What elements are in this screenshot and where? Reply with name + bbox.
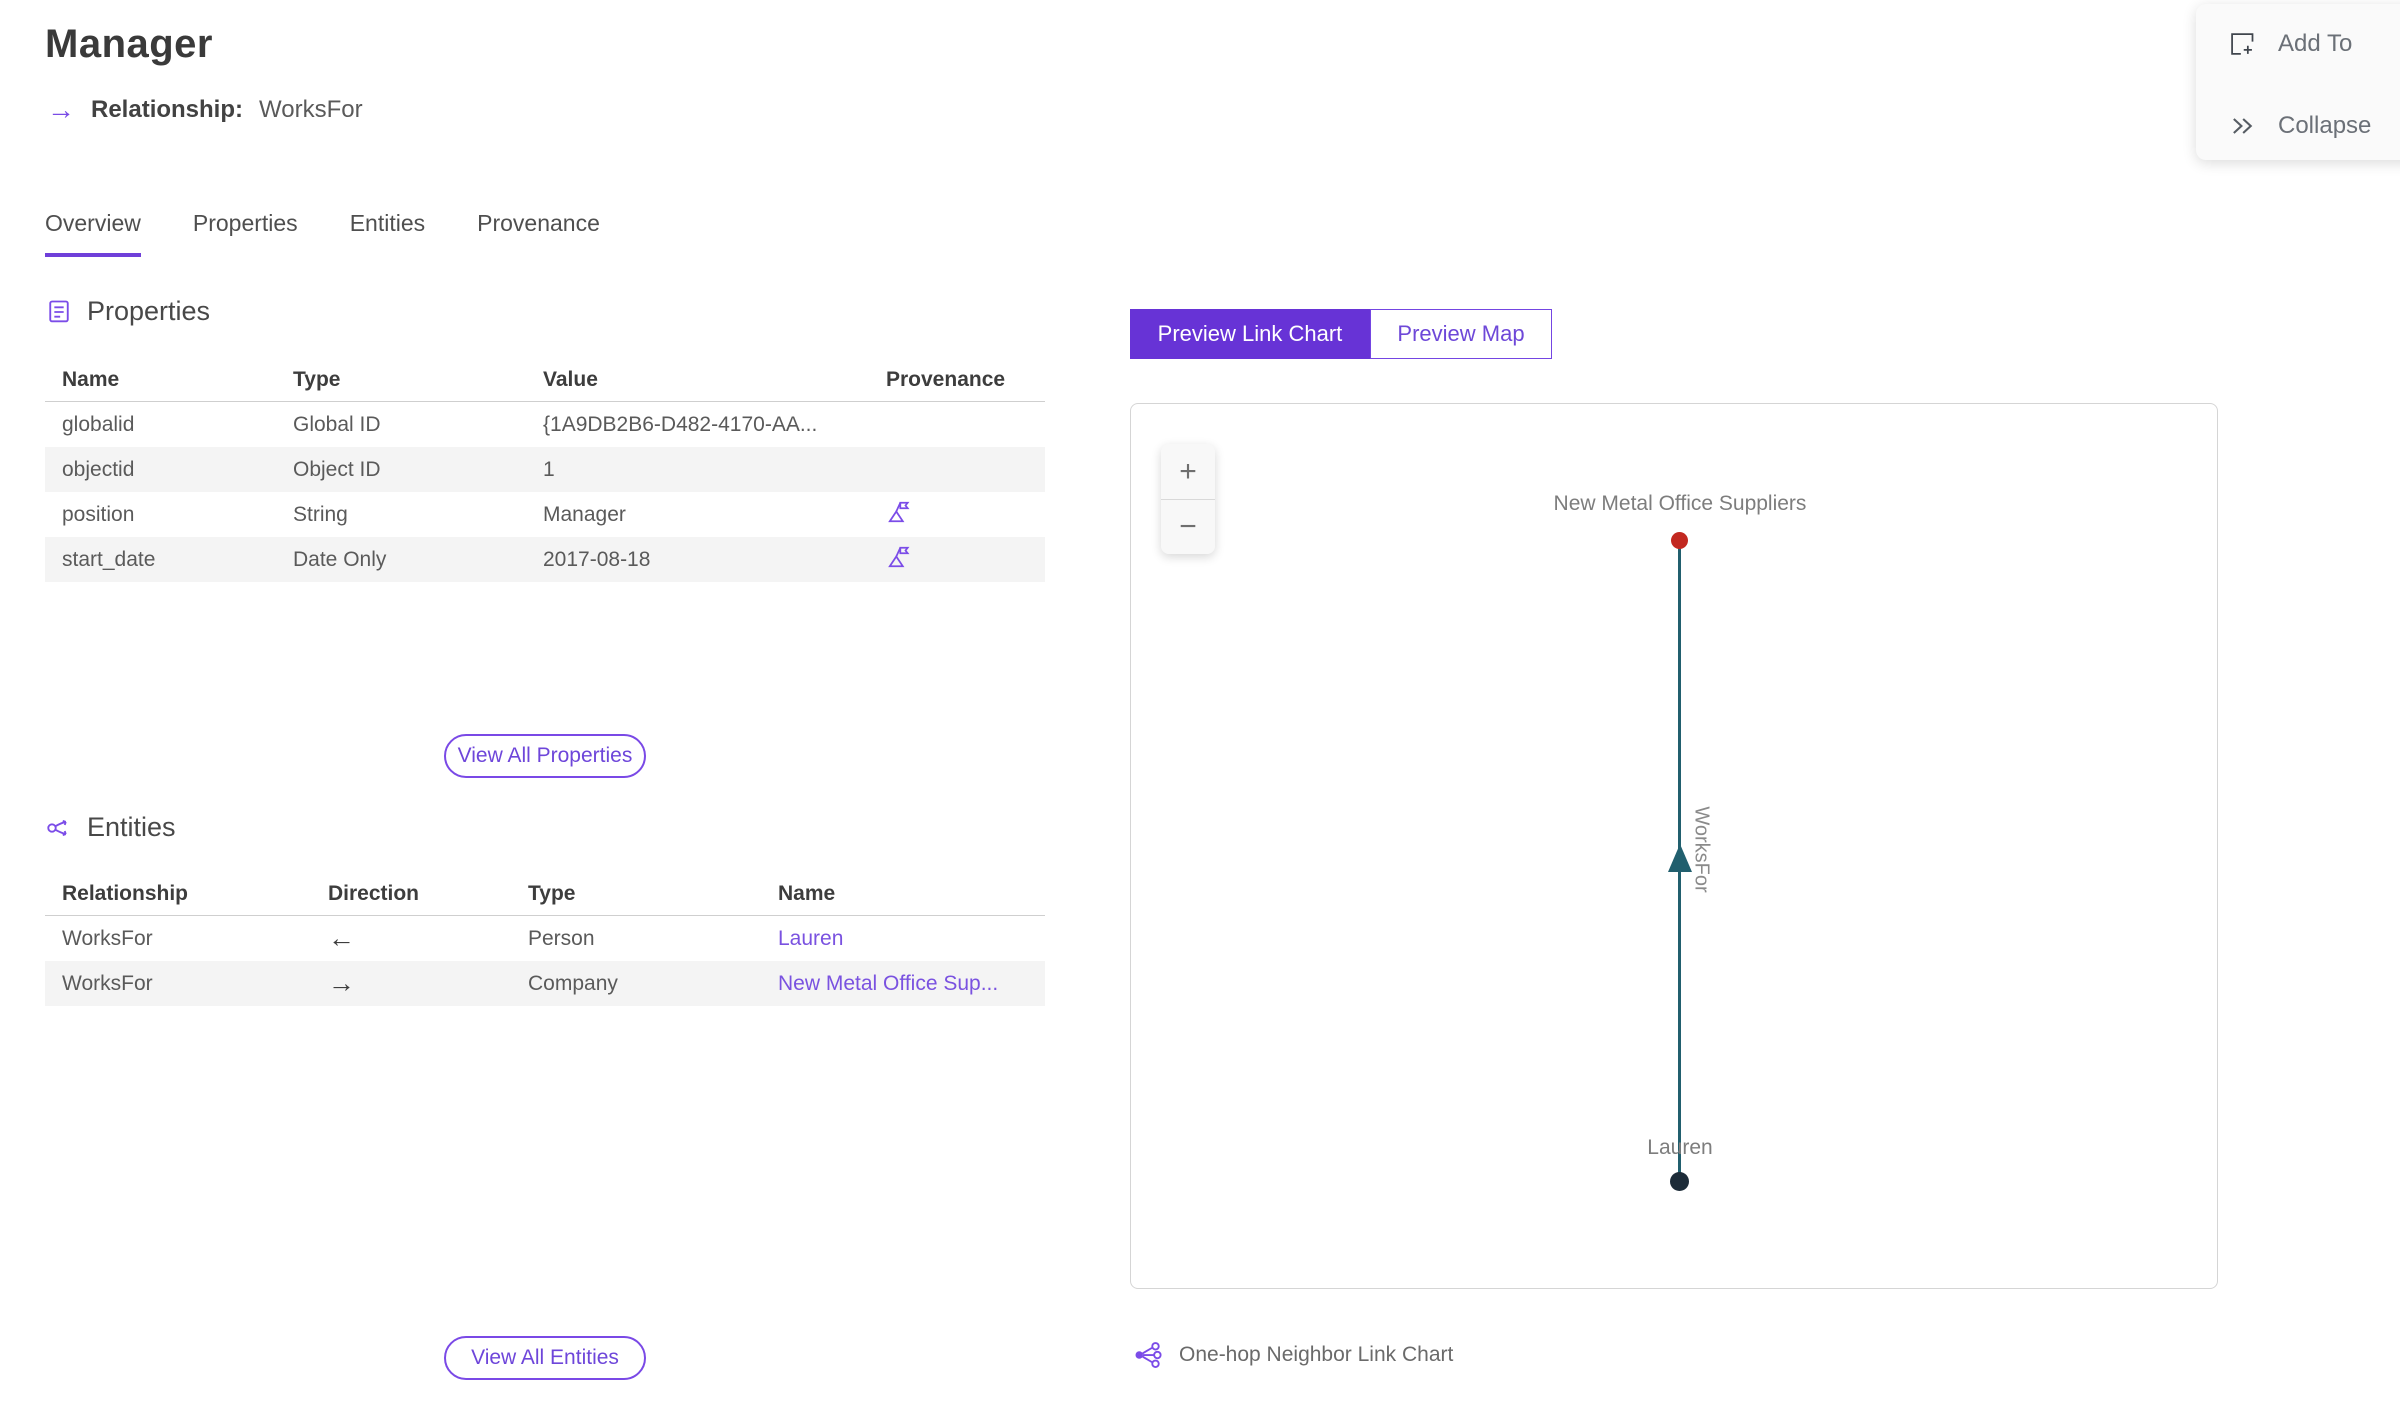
entity-type: Company: [528, 971, 618, 995]
col-relationship: Relationship: [62, 881, 189, 905]
node-label-company: New Metal Office Suppliers: [1553, 492, 1807, 515]
prop-value: Manager: [543, 502, 626, 526]
add-to-icon: [2228, 30, 2256, 58]
col-value: Value: [543, 367, 598, 391]
col-direction: Direction: [328, 881, 420, 905]
zoom-in-button[interactable]: +: [1161, 444, 1215, 499]
relationship-subtitle: → Relationship: WorksFor: [47, 96, 363, 124]
table-row: globalid Global ID {1A9DB2B6-D482-4170-A…: [45, 402, 1045, 447]
prop-type: String: [293, 502, 348, 526]
entity-type: Person: [528, 926, 595, 950]
prop-name: objectid: [62, 457, 135, 481]
tab-properties[interactable]: Properties: [193, 210, 298, 257]
table-row: WorksFor → Company New Metal Office Sup.…: [45, 961, 1045, 1006]
col-type: Type: [293, 367, 341, 391]
provenance-flag-icon[interactable]: [886, 499, 912, 525]
prop-value: {1A9DB2B6-D482-4170-AA...: [543, 412, 818, 436]
entity-relationship: WorksFor: [62, 971, 153, 995]
edge-label: WorksFor: [1690, 805, 1713, 893]
properties-icon: [45, 298, 73, 326]
entities-icon: [45, 814, 73, 842]
chart-caption-label: One-hop Neighbor Link Chart: [1179, 1343, 1454, 1366]
node-label-person: Lauren: [1647, 1136, 1713, 1159]
properties-section-title: Properties: [87, 296, 211, 326]
prop-name: position: [62, 502, 135, 526]
add-to-label: Add To: [2278, 30, 2353, 57]
page-title: Manager: [45, 22, 213, 66]
node-company[interactable]: [1671, 532, 1688, 549]
prop-type: Global ID: [293, 412, 381, 436]
double-chevron-right-icon: [2228, 112, 2256, 140]
view-all-entities-button[interactable]: View All Entities: [444, 1336, 646, 1380]
table-row: position String Manager: [45, 492, 1045, 537]
preview-toggle: Preview Link Chart Preview Map: [1130, 309, 1552, 359]
prop-value: 2017-08-18: [543, 547, 651, 571]
view-all-properties-button[interactable]: View All Properties: [444, 734, 646, 778]
col-provenance: Provenance: [886, 367, 1006, 391]
node-person[interactable]: [1670, 1172, 1689, 1191]
col-name: Name: [62, 367, 120, 391]
entities-section-header: Entities: [45, 812, 176, 843]
zoom-out-button[interactable]: −: [1161, 499, 1215, 554]
tab-overview[interactable]: Overview: [45, 210, 141, 257]
entities-section-title: Entities: [87, 812, 176, 842]
one-hop-link-chart-icon: [1133, 1340, 1163, 1370]
preview-link-chart-button[interactable]: Preview Link Chart: [1130, 309, 1370, 359]
provenance-flag-icon[interactable]: [886, 544, 912, 570]
table-row: objectid Object ID 1: [45, 447, 1045, 492]
app-window: Manager → Relationship: WorksFor Add To …: [0, 0, 2400, 1401]
prop-provenance-cell: [858, 499, 1045, 531]
col-type: Type: [528, 881, 576, 905]
table-row: WorksFor ← Person Lauren: [45, 916, 1045, 961]
collapse-label: Collapse: [2278, 112, 2372, 139]
entity-name-link[interactable]: Lauren: [778, 927, 843, 950]
entity-relationship: WorksFor: [62, 926, 153, 950]
direction-arrow-left-icon: ←: [328, 923, 355, 953]
properties-table: Name Type Value Provenance globalid Glob…: [45, 358, 1045, 582]
link-chart-panel: + − WorksFor New Metal Office Suppliers …: [1130, 403, 2218, 1289]
relationship-arrow-icon: →: [47, 94, 75, 125]
entities-table: Relationship Direction Type Name WorksFo…: [45, 872, 1045, 1006]
table-row: start_date Date Only 2017-08-18: [45, 537, 1045, 582]
prop-provenance-cell: [858, 544, 1045, 576]
add-to-button[interactable]: Add To: [2196, 12, 2400, 76]
properties-section-header: Properties: [45, 296, 210, 327]
prop-name: start_date: [62, 547, 156, 571]
entities-table-header: Relationship Direction Type Name: [45, 872, 1045, 916]
chart-caption: One-hop Neighbor Link Chart: [1133, 1340, 1453, 1370]
entity-name-link[interactable]: New Metal Office Sup...: [778, 972, 998, 995]
prop-value: 1: [543, 457, 555, 481]
prop-name: globalid: [62, 412, 135, 436]
collapse-button[interactable]: Collapse: [2196, 94, 2400, 158]
tab-bar: Overview Properties Entities Provenance: [45, 210, 600, 257]
prop-type: Object ID: [293, 457, 381, 481]
zoom-control: + −: [1161, 444, 1215, 554]
properties-table-header: Name Type Value Provenance: [45, 358, 1045, 402]
prop-type: Date Only: [293, 547, 387, 571]
preview-map-button[interactable]: Preview Map: [1370, 309, 1552, 359]
direction-arrow-right-icon: →: [328, 968, 355, 998]
relationship-label: Relationship:: [91, 96, 244, 123]
side-action-panel: Add To Collapse: [2196, 4, 2400, 160]
relationship-value: WorksFor: [259, 96, 363, 123]
col-name: Name: [778, 881, 836, 905]
tab-entities[interactable]: Entities: [350, 210, 425, 257]
tab-provenance[interactable]: Provenance: [477, 210, 600, 257]
